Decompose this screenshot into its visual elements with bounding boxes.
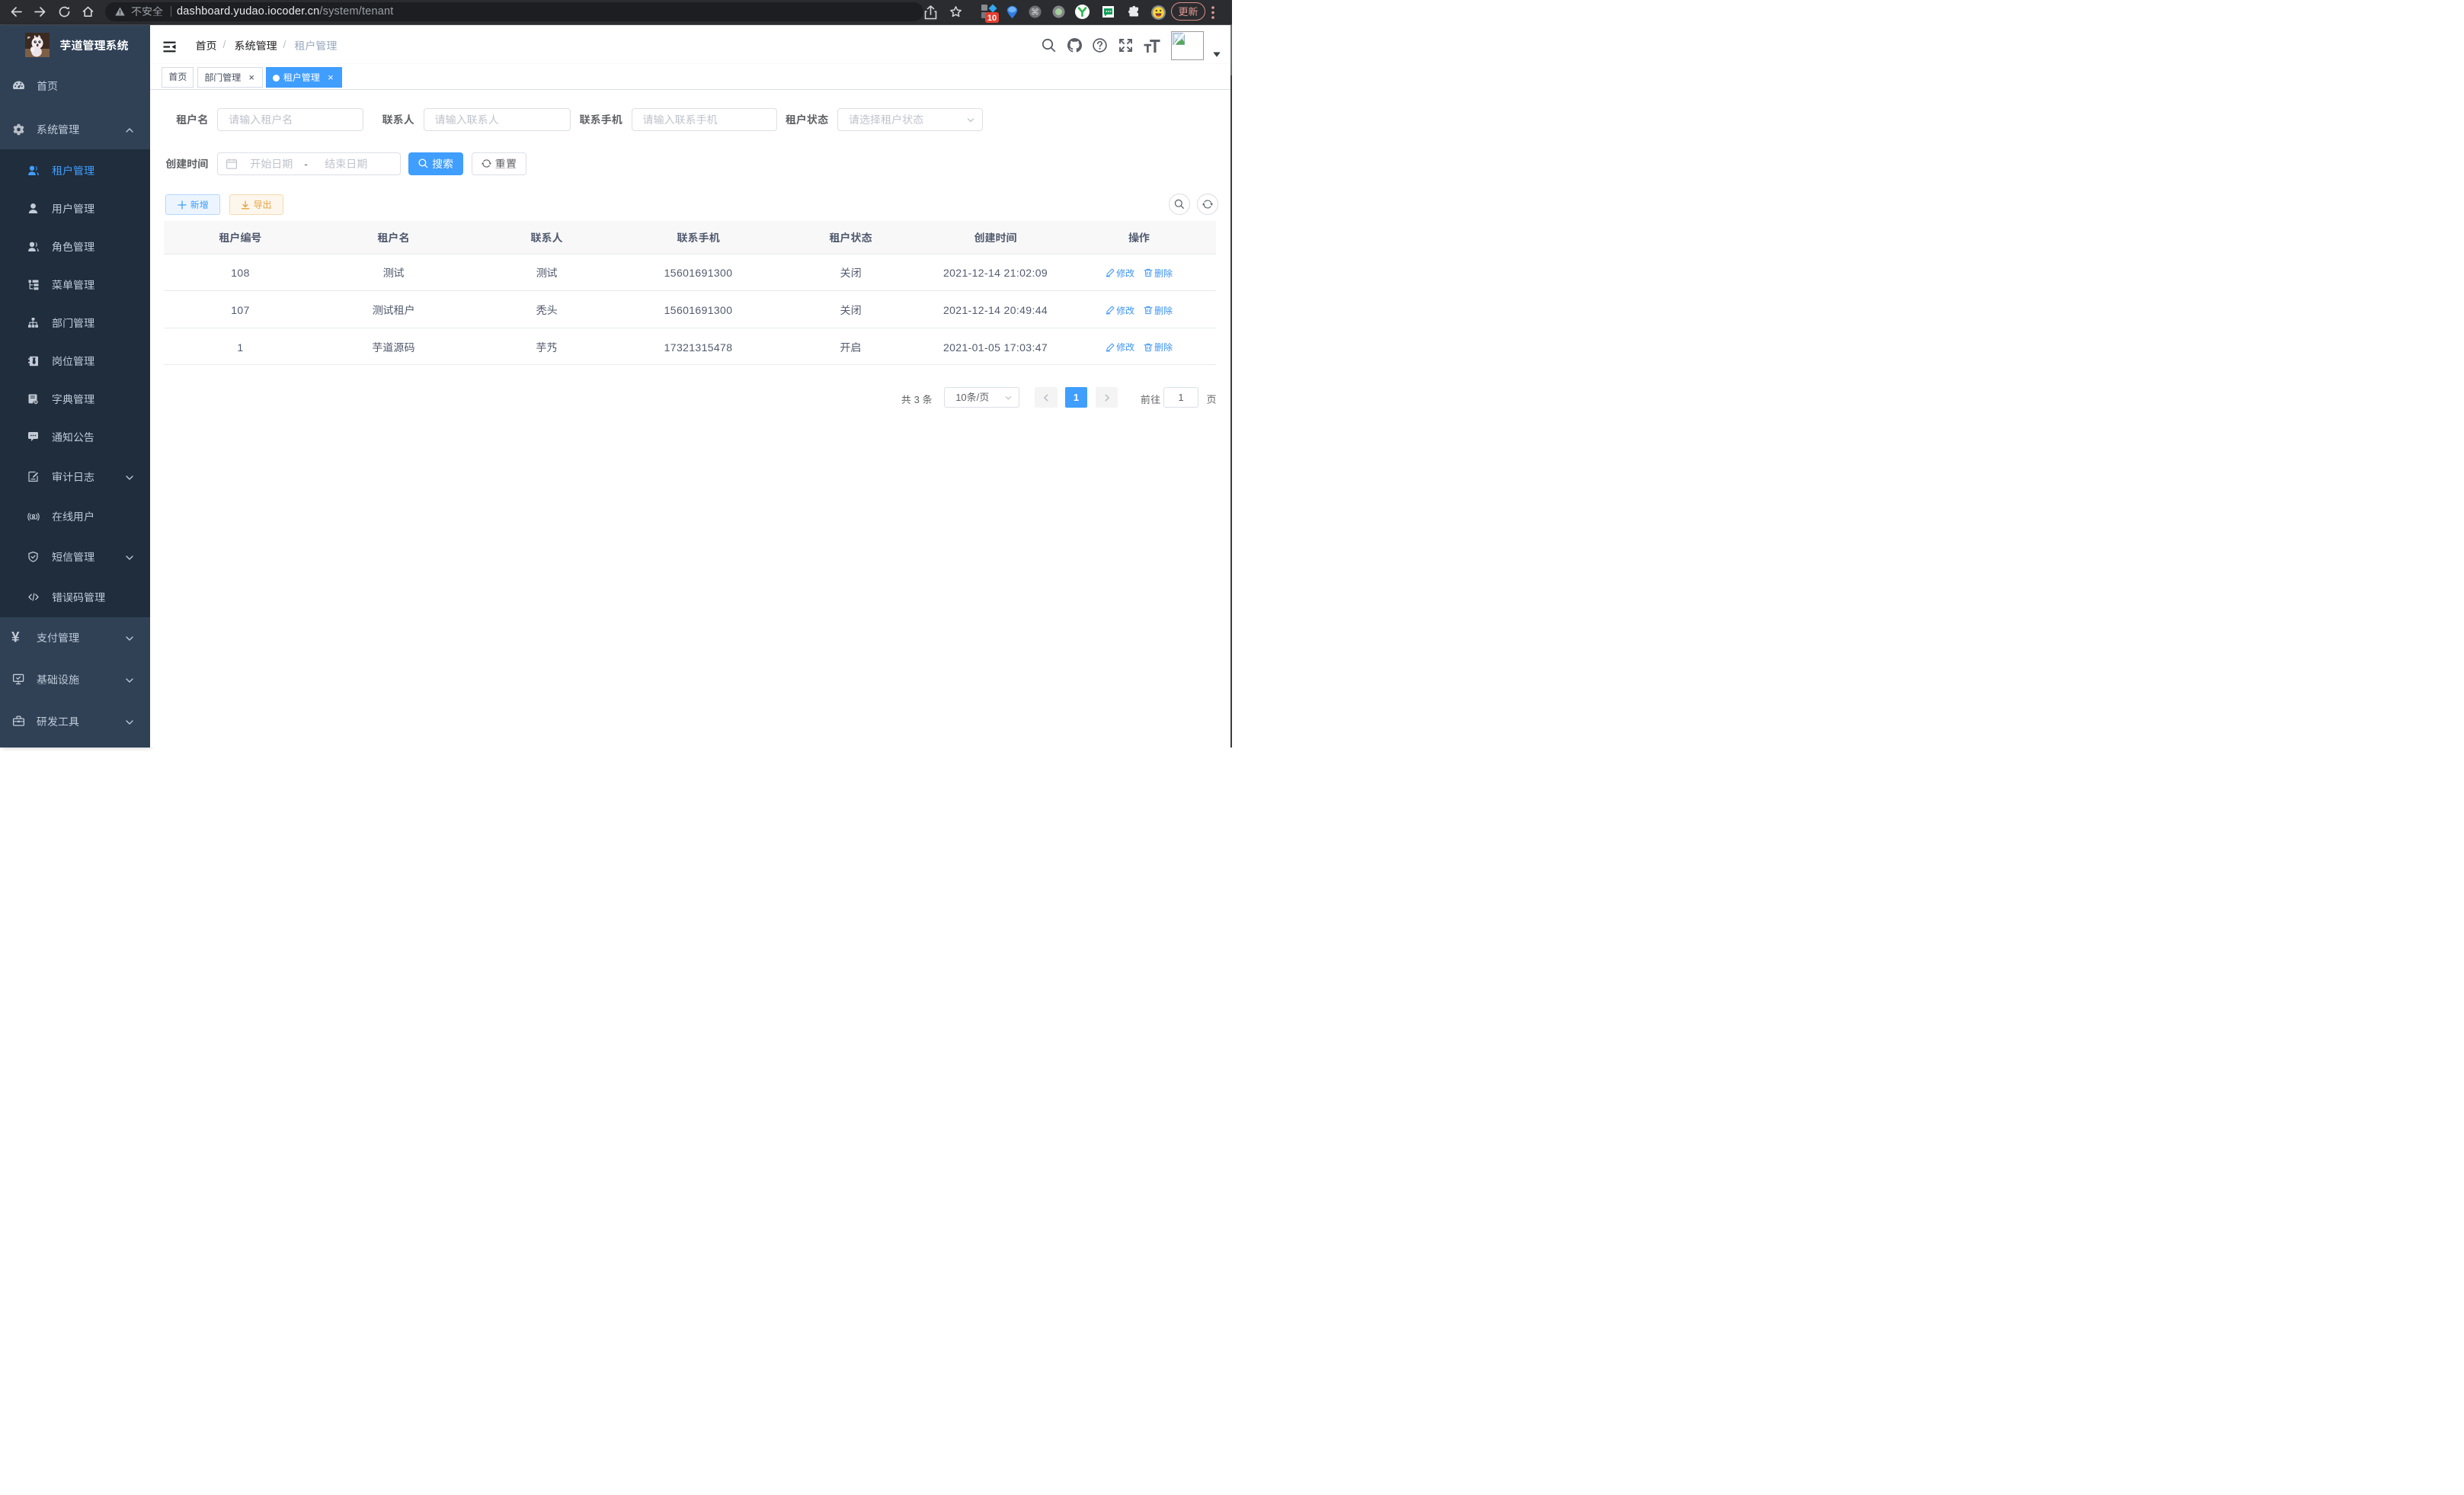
svg-text:⌘: ⌘ (1031, 8, 1039, 17)
svg-text:10: 10 (987, 14, 997, 23)
